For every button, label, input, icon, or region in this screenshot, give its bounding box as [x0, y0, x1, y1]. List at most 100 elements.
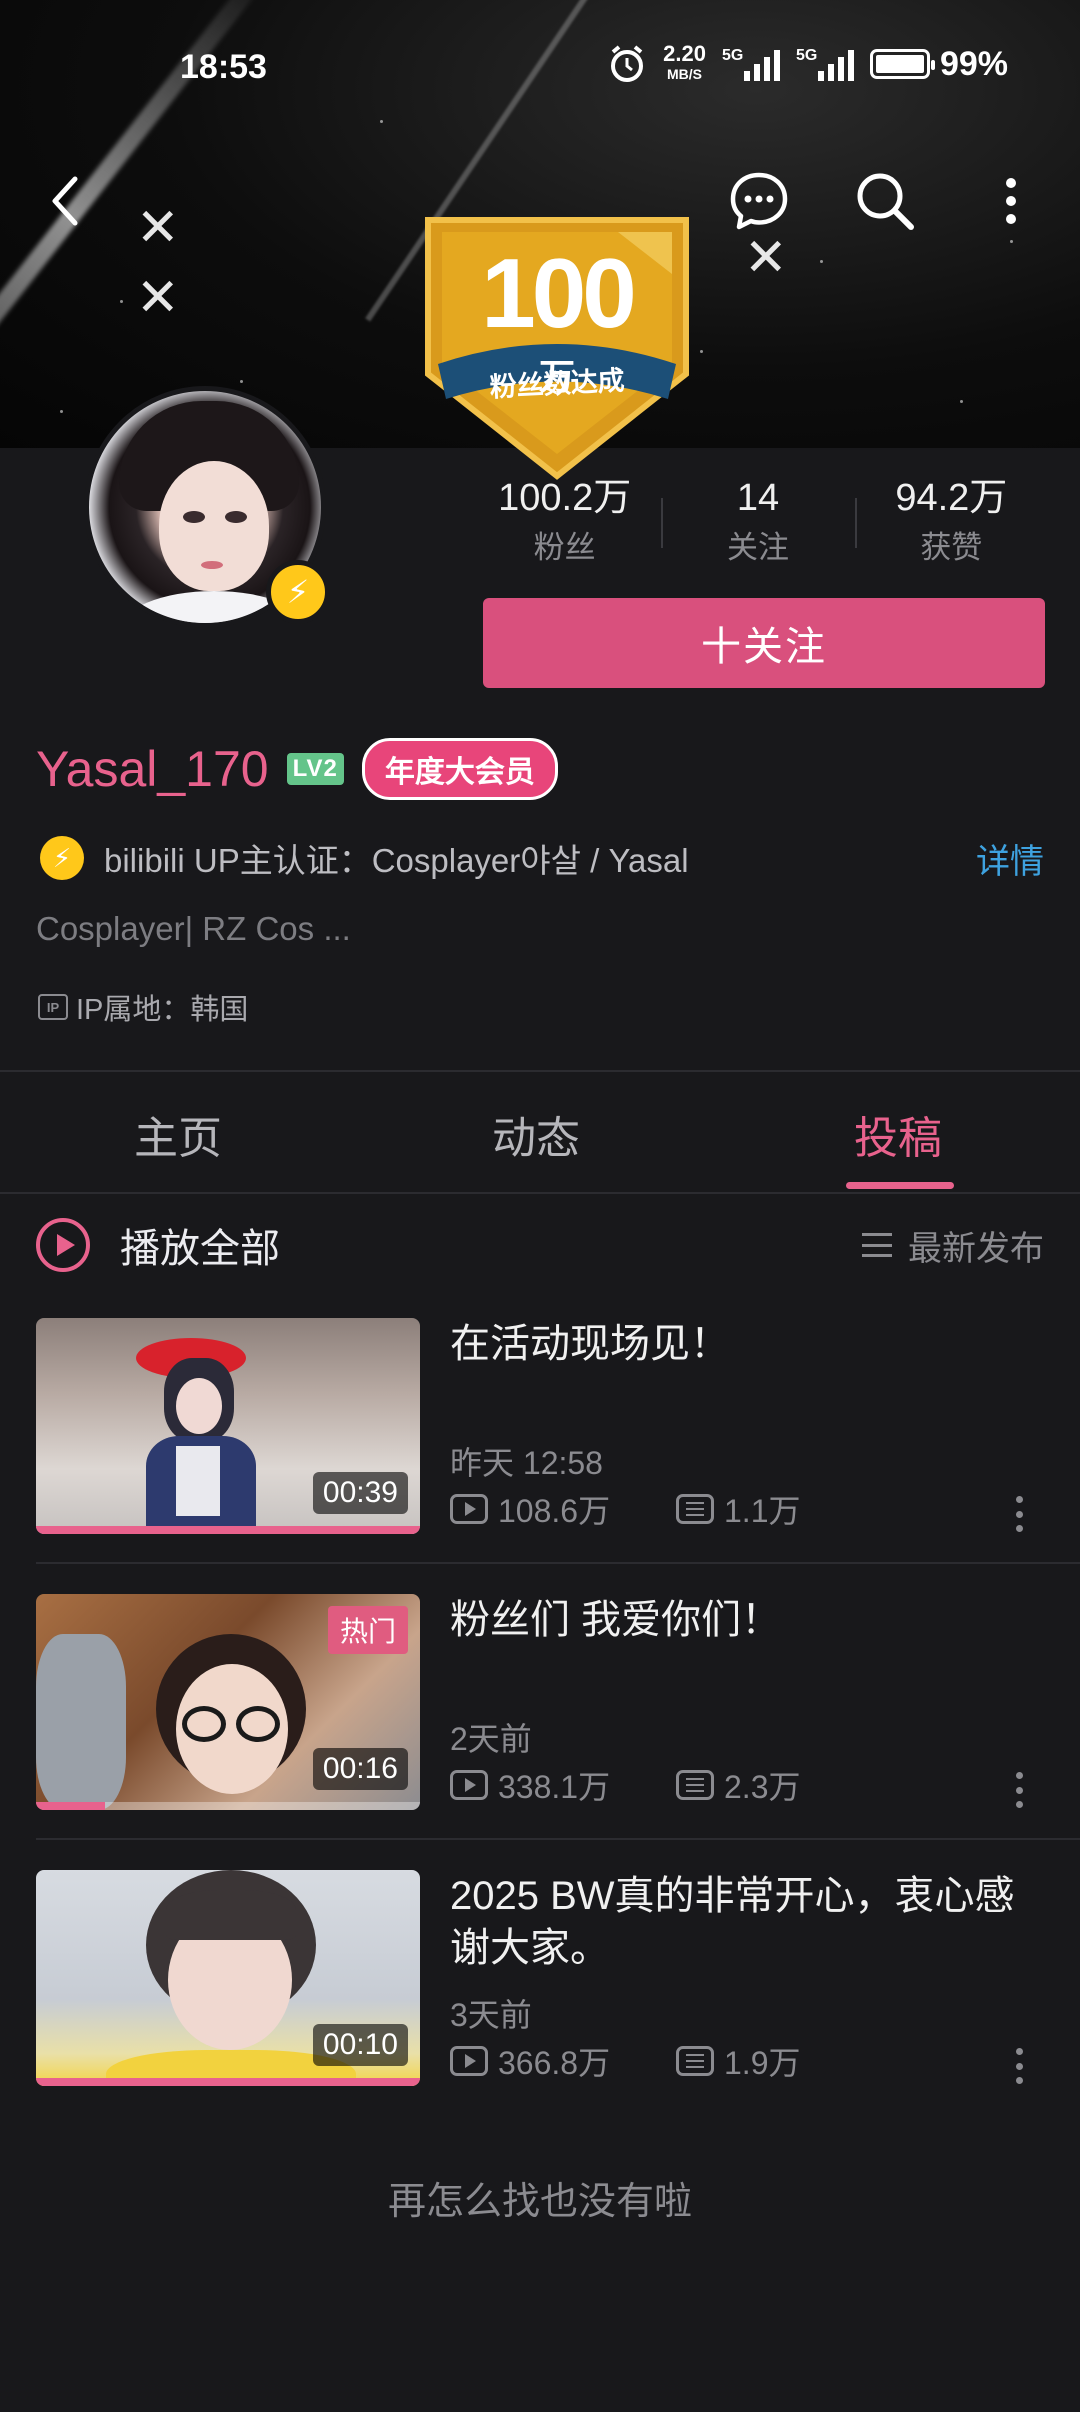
signal-label: 5G: [721, 47, 744, 64]
video-thumbnail[interactable]: 00:39: [36, 1318, 420, 1534]
chat-bubble-icon: [730, 172, 788, 230]
video-title[interactable]: 在活动现场见！: [450, 1318, 1044, 1370]
video-stats: 108.6万 1.1万: [450, 1486, 801, 1532]
username: Yasal_170: [36, 741, 269, 797]
star-dot: [60, 410, 63, 413]
stat-likes[interactable]: 94.2万 获赞: [854, 470, 1048, 580]
play-circle-icon[interactable]: [36, 1218, 90, 1272]
end-of-list-message: 再怎么找也没有啦: [387, 2181, 692, 2223]
play-count-icon: [450, 1770, 488, 1800]
avatar[interactable]: ⚡: [84, 386, 330, 628]
ip-icon: IP: [38, 994, 68, 1020]
video-stats: 338.1万 2.3万: [450, 1762, 801, 1808]
list-divider: [36, 1562, 1080, 1564]
search-button[interactable]: [850, 166, 920, 236]
stat-label: 关注: [726, 530, 789, 565]
watch-progress-bar: [36, 1526, 420, 1534]
play-count-icon: [450, 1494, 488, 1524]
stat-label: 粉丝: [533, 530, 596, 565]
star-dot: [960, 400, 963, 403]
follow-button[interactable]: 十关注: [483, 598, 1045, 688]
username-row: Yasal_170 LV2 年度大会员: [36, 736, 558, 802]
sort-selector[interactable]: 最新发布: [862, 1221, 1044, 1270]
more-options-icon[interactable]: [1014, 1496, 1024, 1532]
sparkle-icon: ✕: [136, 269, 180, 327]
watch-progress-bar: [36, 1802, 420, 1810]
list-icon: [862, 1233, 892, 1257]
video-thumbnail[interactable]: 00:10: [36, 1870, 420, 2086]
more-options-icon[interactable]: [1014, 2048, 1024, 2084]
star-dot: [380, 120, 383, 123]
video-thumbnail[interactable]: 热门 00:16: [36, 1594, 420, 1810]
video-duration: 00:10: [312, 2024, 408, 2066]
star-dot: [700, 350, 703, 353]
stat-value: 100.2万: [498, 477, 632, 519]
profile-tabs: 主页 动态 投稿: [0, 1072, 1080, 1192]
view-count: 366.8万: [498, 2045, 611, 2081]
stat-label: 获赞: [920, 530, 983, 565]
stat-following[interactable]: 14 关注: [661, 470, 854, 580]
video-item[interactable]: 00:10 2025 BW真的非常开心，衷心感谢大家。 3天前 366.8万 1…: [36, 1870, 1044, 2086]
bio-text[interactable]: Cosplayer| RZ Cos ...: [36, 910, 351, 948]
more-vertical-icon: [1006, 178, 1016, 224]
sort-label: 最新发布: [908, 1229, 1044, 1268]
battery-indicator: 99%: [869, 45, 1008, 84]
video-title[interactable]: 粉丝们 我爱你们！: [450, 1594, 1044, 1646]
search-icon: [857, 173, 914, 230]
sparkle-icon: ✕: [136, 199, 180, 257]
battery-icon: [869, 49, 935, 79]
danmaku-icon: [676, 1770, 714, 1800]
tab-dynamics[interactable]: 动态: [492, 1102, 580, 1166]
video-date: 2天前: [450, 1721, 532, 1757]
danmaku-icon: [676, 1494, 714, 1524]
danmaku-count: 1.9万: [724, 2045, 801, 2081]
tab-home[interactable]: 主页: [134, 1102, 222, 1166]
danmaku-icon: [676, 2046, 714, 2076]
ip-location-text: IP属地：韩国: [76, 994, 249, 1026]
signal-label: 5G: [795, 47, 818, 64]
tab-uploads[interactable]: 投稿: [854, 1102, 942, 1166]
lightning-icon: ⚡: [40, 836, 84, 880]
more-menu-button[interactable]: [976, 166, 1046, 236]
star-dot: [820, 260, 823, 263]
play-all-button[interactable]: 播放全部: [120, 1216, 862, 1274]
vip-badge[interactable]: 年度大会员: [361, 738, 558, 800]
stat-fans[interactable]: 100.2万 粉丝: [468, 470, 661, 580]
view-count: 338.1万: [498, 1769, 611, 1805]
hot-tag: 热门: [327, 1606, 408, 1654]
star-dot: [120, 300, 123, 303]
star-dot: [1010, 240, 1013, 243]
watch-progress-bar: [36, 2078, 420, 2086]
more-options-icon[interactable]: [1014, 1772, 1024, 1808]
certification-text: bilibili UP主认证：Cosplayer야살 / Yasal: [104, 842, 689, 879]
message-button[interactable]: [724, 166, 794, 236]
signal-icon: 5G: [722, 47, 780, 81]
danmaku-count: 1.1万: [724, 1493, 801, 1529]
net-speed-unit: MB/S: [667, 66, 703, 82]
video-item[interactable]: 热门 00:16 粉丝们 我爱你们！ 2天前 338.1万 2.3万: [36, 1594, 1044, 1810]
stat-value: 14: [736, 477, 780, 519]
level-badge: LV2: [286, 753, 344, 785]
stat-value: 94.2万: [895, 477, 1008, 519]
star-dot: [240, 380, 243, 383]
back-button[interactable]: [30, 166, 100, 236]
tabs-divider: [0, 1192, 1080, 1194]
danmaku-count: 2.3万: [724, 1769, 801, 1805]
back-arrow-icon: [52, 176, 78, 226]
play-all-bar: 播放全部 最新发布: [36, 1210, 1044, 1280]
view-count: 108.6万: [498, 1493, 611, 1529]
signal-icon: 5G: [796, 47, 854, 81]
video-date: 昨天 12:58: [450, 1445, 603, 1481]
video-duration: 00:16: [312, 1748, 408, 1790]
alarm-icon: [611, 45, 644, 82]
certification-row: ⚡ bilibili UP主认证：Cosplayer야살 / Yasal 详情: [40, 830, 1044, 886]
sparkle-icon: ✕: [744, 229, 788, 287]
details-link[interactable]: 详情: [976, 834, 1044, 883]
video-item[interactable]: 00:39 在活动现场见！ 昨天 12:58 108.6万 1.1万: [36, 1318, 1044, 1534]
video-stats: 366.8万 1.9万: [450, 2038, 801, 2084]
profile-stats: 100.2万 粉丝 14 关注 94.2万 获赞: [468, 470, 1048, 580]
ip-location: IP IP属地：韩国: [38, 986, 248, 1028]
badge-number: 100: [481, 238, 637, 348]
video-title[interactable]: 2025 BW真的非常开心，衷心感谢大家。: [450, 1870, 1044, 1974]
video-date: 3天前: [450, 1997, 532, 2033]
